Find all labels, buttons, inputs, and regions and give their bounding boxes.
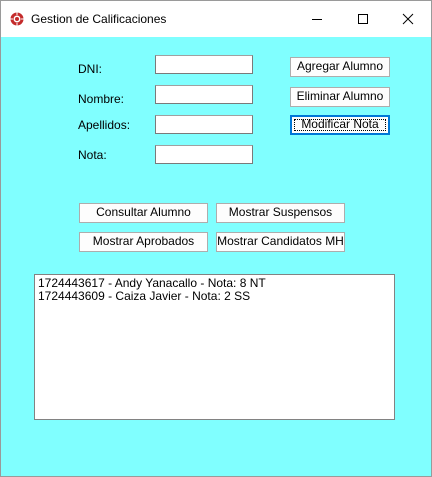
apellidos-input[interactable] <box>155 115 253 134</box>
nombre-label: Nombre: <box>78 92 125 106</box>
mostrar-suspensos-button[interactable]: Mostrar Suspensos <box>216 203 345 223</box>
consultar-alumno-label: Consultar Alumno <box>96 205 191 219</box>
results-listbox[interactable]: 1724443617 - Andy Yanacallo - Nota: 8 NT… <box>34 274 395 420</box>
mostrar-candidatos-mh-label: Mostrar Candidatos MH <box>217 234 344 248</box>
maximize-button[interactable] <box>340 1 386 37</box>
maximize-icon <box>358 14 368 24</box>
consultar-alumno-button[interactable]: Consultar Alumno <box>79 203 208 223</box>
mostrar-suspensos-label: Mostrar Suspensos <box>228 205 333 219</box>
mostrar-aprobados-label: Mostrar Aprobados <box>92 234 195 248</box>
title-bar[interactable]: Gestion de Calificaciones <box>1 1 431 37</box>
main-window: Gestion de Calificaciones DNI: Nombre: A… <box>0 0 432 477</box>
dni-label: DNI: <box>78 62 102 76</box>
agregar-alumno-button[interactable]: Agregar Alumno <box>290 57 390 77</box>
eliminar-alumno-label: Eliminar Alumno <box>296 89 384 103</box>
minimize-icon <box>312 19 322 20</box>
nota-input[interactable] <box>155 145 253 164</box>
modificar-nota-label: Modificar Nota <box>291 116 389 134</box>
modificar-nota-button[interactable]: Modificar Nota <box>290 115 390 135</box>
minimize-button[interactable] <box>294 1 340 37</box>
close-icon <box>402 13 414 25</box>
app-icon <box>9 11 25 27</box>
nota-label: Nota: <box>78 148 107 162</box>
close-button[interactable] <box>385 1 431 37</box>
mostrar-candidatos-mh-button[interactable]: Mostrar Candidatos MH <box>216 232 345 252</box>
agregar-alumno-label: Agregar Alumno <box>296 59 384 73</box>
dni-input[interactable] <box>155 55 253 74</box>
nombre-input[interactable] <box>155 85 253 104</box>
eliminar-alumno-button[interactable]: Eliminar Alumno <box>290 87 390 107</box>
window-title: Gestion de Calificaciones <box>31 12 167 26</box>
mostrar-aprobados-button[interactable]: Mostrar Aprobados <box>79 232 208 252</box>
list-item[interactable]: 1724443609 - Caiza Javier - Nota: 2 SS <box>38 290 391 303</box>
apellidos-label: Apellidos: <box>78 118 131 132</box>
